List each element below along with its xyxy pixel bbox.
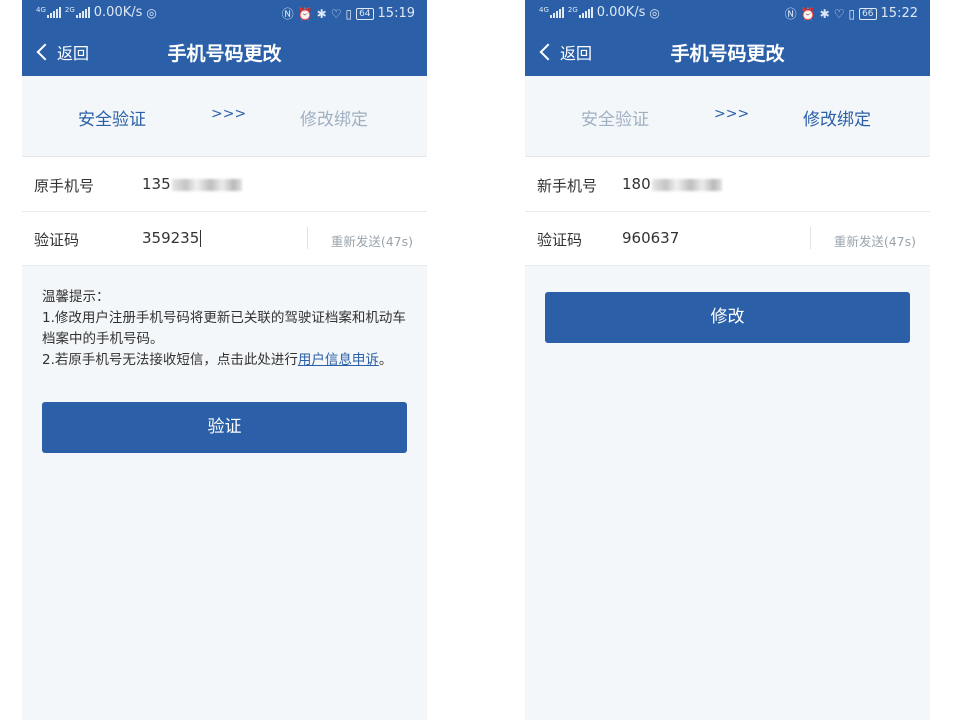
step-modify-binding: 修改绑定 xyxy=(300,110,368,130)
clock: 15:19 xyxy=(377,6,415,21)
nfc-icon: Ⓝ xyxy=(784,7,797,21)
tips-line-1: 1.修改用户注册手机号码将更新已关联的驾驶证档案和机动车档案中的手机号码。 xyxy=(42,310,406,347)
step-separator: >>> xyxy=(714,106,750,122)
signal-icon: 2G xyxy=(65,7,90,18)
user-info-appeal-link[interactable]: 用户信息申诉 xyxy=(298,352,379,368)
network-speed: 0.00K/s xyxy=(596,5,646,20)
step-security-verify: 安全验证 xyxy=(581,110,649,130)
clock: 15:22 xyxy=(880,6,918,21)
code-row: 验证码 359235 重新发送(47s) xyxy=(22,211,427,266)
original-phone-label: 原手机号 xyxy=(34,177,95,195)
new-phone-label: 新手机号 xyxy=(537,177,598,195)
resend-code-button[interactable]: 重新发送(47s) xyxy=(834,231,916,250)
tips-title: 温馨提示： xyxy=(42,289,110,305)
signal-icon: 4G xyxy=(539,7,564,18)
step-modify-binding: 修改绑定 xyxy=(803,110,871,130)
divider xyxy=(810,227,811,249)
code-input[interactable]: 359235 xyxy=(142,229,202,247)
page-title: 手机号码更改 xyxy=(670,43,785,65)
resend-code-button[interactable]: 重新发送(47s) xyxy=(331,231,413,250)
step-indicator: 安全验证 >>> 修改绑定 xyxy=(22,76,427,157)
location-icon: ♡ xyxy=(330,6,342,21)
signal-icon: 2G xyxy=(568,7,593,18)
vibrate-icon: ▯ xyxy=(848,6,856,21)
text-cursor xyxy=(200,230,202,247)
modify-form: 新手机号 180 验证码 960637 重新发送(47s) xyxy=(525,157,930,266)
verify-form: 原手机号 135 验证码 359235 重新发送(47s) xyxy=(22,157,427,266)
step-separator: >>> xyxy=(211,106,247,122)
original-phone-value: 135 xyxy=(142,175,242,193)
code-input[interactable]: 960637 xyxy=(622,229,679,247)
alarm-icon: ⏰ xyxy=(800,6,816,21)
bluetooth-icon: ✱ xyxy=(819,6,830,21)
modify-button[interactable]: 修改 xyxy=(545,292,910,343)
masked-digits xyxy=(171,178,242,191)
masked-digits xyxy=(651,178,722,191)
phone-screen-modify: 4G 2G 0.00K/s ◎ Ⓝ ⏰ ✱ ♡ ▯ 66 15:22 返回 手机… xyxy=(525,0,930,720)
alarm-icon: ⏰ xyxy=(297,6,313,21)
battery-icon: 66 xyxy=(859,7,877,20)
battery-icon: 64 xyxy=(356,7,374,20)
app-notification-icon: ◎ xyxy=(649,5,660,20)
original-phone-row: 原手机号 135 xyxy=(22,157,427,212)
new-phone-row: 新手机号 180 xyxy=(525,157,930,212)
status-bar: 4G 2G 0.00K/s ◎ Ⓝ ⏰ ✱ ♡ ▯ 64 15:19 xyxy=(22,0,427,27)
nfc-icon: Ⓝ xyxy=(281,7,294,21)
code-label: 验证码 xyxy=(537,231,583,249)
step-security-verify: 安全验证 xyxy=(78,110,146,130)
title-bar: 返回 手机号码更改 xyxy=(525,27,930,76)
network-speed: 0.00K/s xyxy=(93,5,143,20)
step-indicator: 安全验证 >>> 修改绑定 xyxy=(525,76,930,157)
status-bar: 4G 2G 0.00K/s ◎ Ⓝ ⏰ ✱ ♡ ▯ 66 15:22 xyxy=(525,0,930,27)
tips-section: 温馨提示： 1.修改用户注册手机号码将更新已关联的驾驶证档案和机动车档案中的手机… xyxy=(42,287,409,371)
title-bar: 返回 手机号码更改 xyxy=(22,27,427,76)
vibrate-icon: ▯ xyxy=(345,6,353,21)
phone-screen-verify: 4G 2G 0.00K/s ◎ Ⓝ ⏰ ✱ ♡ ▯ 64 15:19 返回 手机… xyxy=(22,0,427,720)
tips-line-2: 2.若原手机号无法接收短信，点击此处进行用户信息申诉。 xyxy=(42,352,393,368)
code-label: 验证码 xyxy=(34,231,80,249)
code-row: 验证码 960637 重新发送(47s) xyxy=(525,211,930,266)
location-icon: ♡ xyxy=(833,6,845,21)
app-notification-icon: ◎ xyxy=(146,5,157,20)
divider xyxy=(307,227,308,249)
bluetooth-icon: ✱ xyxy=(316,6,327,21)
verify-button[interactable]: 验证 xyxy=(42,402,407,453)
page-title: 手机号码更改 xyxy=(167,43,282,65)
signal-icon: 4G xyxy=(36,7,61,18)
new-phone-input[interactable]: 180 xyxy=(622,175,722,193)
